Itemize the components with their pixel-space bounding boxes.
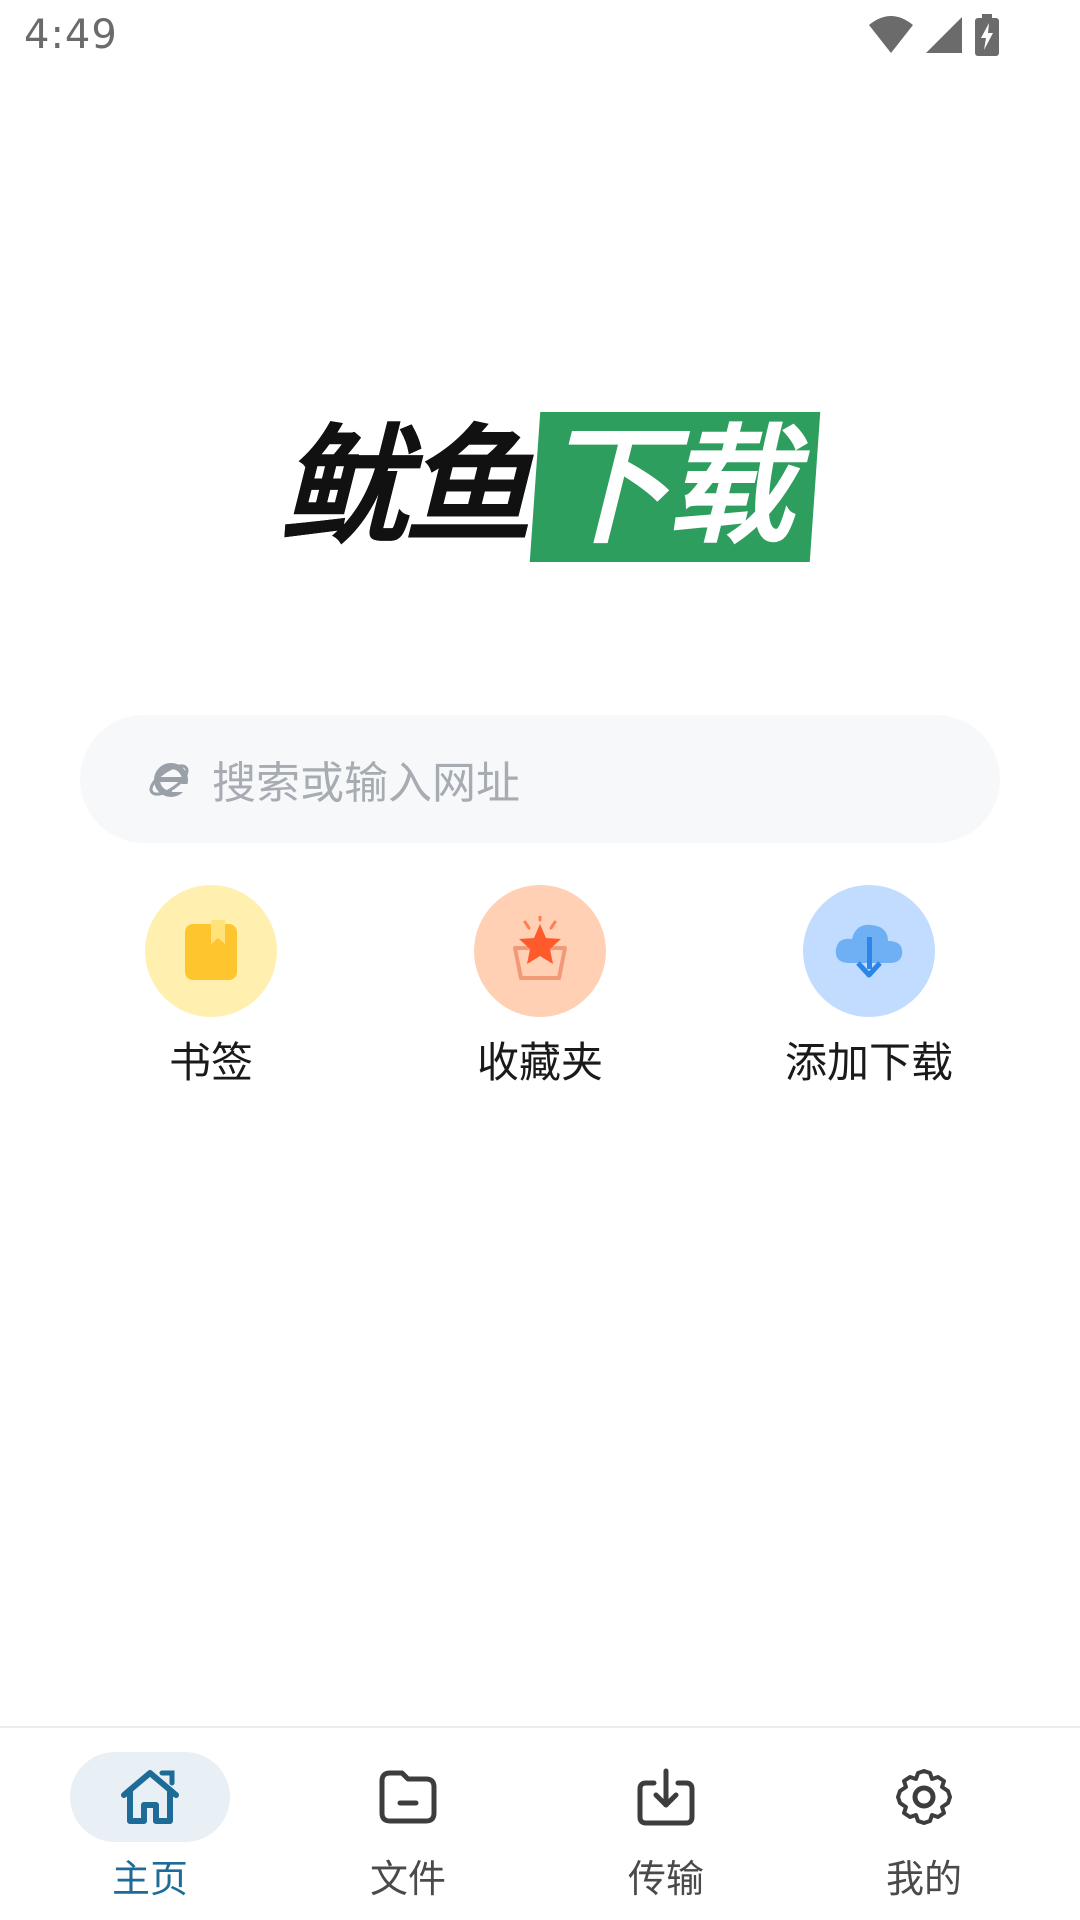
logo-text-green: 下载 [542,413,794,562]
browser-e-icon [149,763,189,797]
nav-files[interactable]: 文件 [308,1752,508,1903]
add-download-button[interactable]: 添加下载 [739,885,999,1090]
bookmark-label: 书签 [168,1038,253,1087]
bookmark-circle [145,885,277,1017]
home-icon [121,1770,179,1824]
nav-mine-label: 我的 [885,1857,962,1901]
status-bar: 4:49 [0,0,1080,80]
wifi-icon [868,15,914,55]
status-time: 4:49 [24,12,118,58]
bottom-nav: 主页 文件 传输 我的 [0,1726,1080,1920]
status-icons [868,14,1000,56]
nav-home[interactable]: 主页 [50,1752,250,1903]
nav-mine[interactable]: 我的 [824,1752,1024,1903]
nav-mine-highlight [844,1752,1004,1842]
home-screen: 4:49 鱿鱼 下载 搜索或输入网址 书签 收藏夹 添加下载 主页 文件 传输 … [0,0,1080,1920]
favorites-star-icon [513,916,567,980]
favorites-label: 收藏夹 [476,1038,603,1087]
app-logo: 鱿鱼 下载 [270,410,821,570]
folder-icon [379,1770,437,1824]
cloud-download-icon [835,924,903,978]
nav-home-label: 主页 [111,1857,188,1901]
nav-files-highlight [328,1752,488,1842]
logo-text-black: 鱿鱼 [280,413,532,562]
download-tray-icon [637,1768,695,1826]
favorites-button[interactable]: 收藏夹 [410,885,670,1090]
nav-home-highlight [70,1752,230,1842]
cell-signal-icon [924,15,964,55]
battery-charging-icon [974,14,1000,56]
add-download-circle [803,885,935,1017]
gear-icon [896,1769,952,1825]
nav-transfer-highlight [586,1752,746,1842]
search-placeholder: 搜索或输入网址 [212,758,520,809]
favorites-circle [474,885,606,1017]
nav-files-label: 文件 [369,1857,446,1901]
search-input[interactable]: 搜索或输入网址 [80,715,1000,843]
nav-transfer-label: 传输 [627,1857,704,1901]
bookmark-icon [185,920,237,980]
bookmark-button[interactable]: 书签 [81,885,341,1090]
add-download-label: 添加下载 [784,1038,953,1087]
nav-transfer[interactable]: 传输 [566,1752,766,1903]
